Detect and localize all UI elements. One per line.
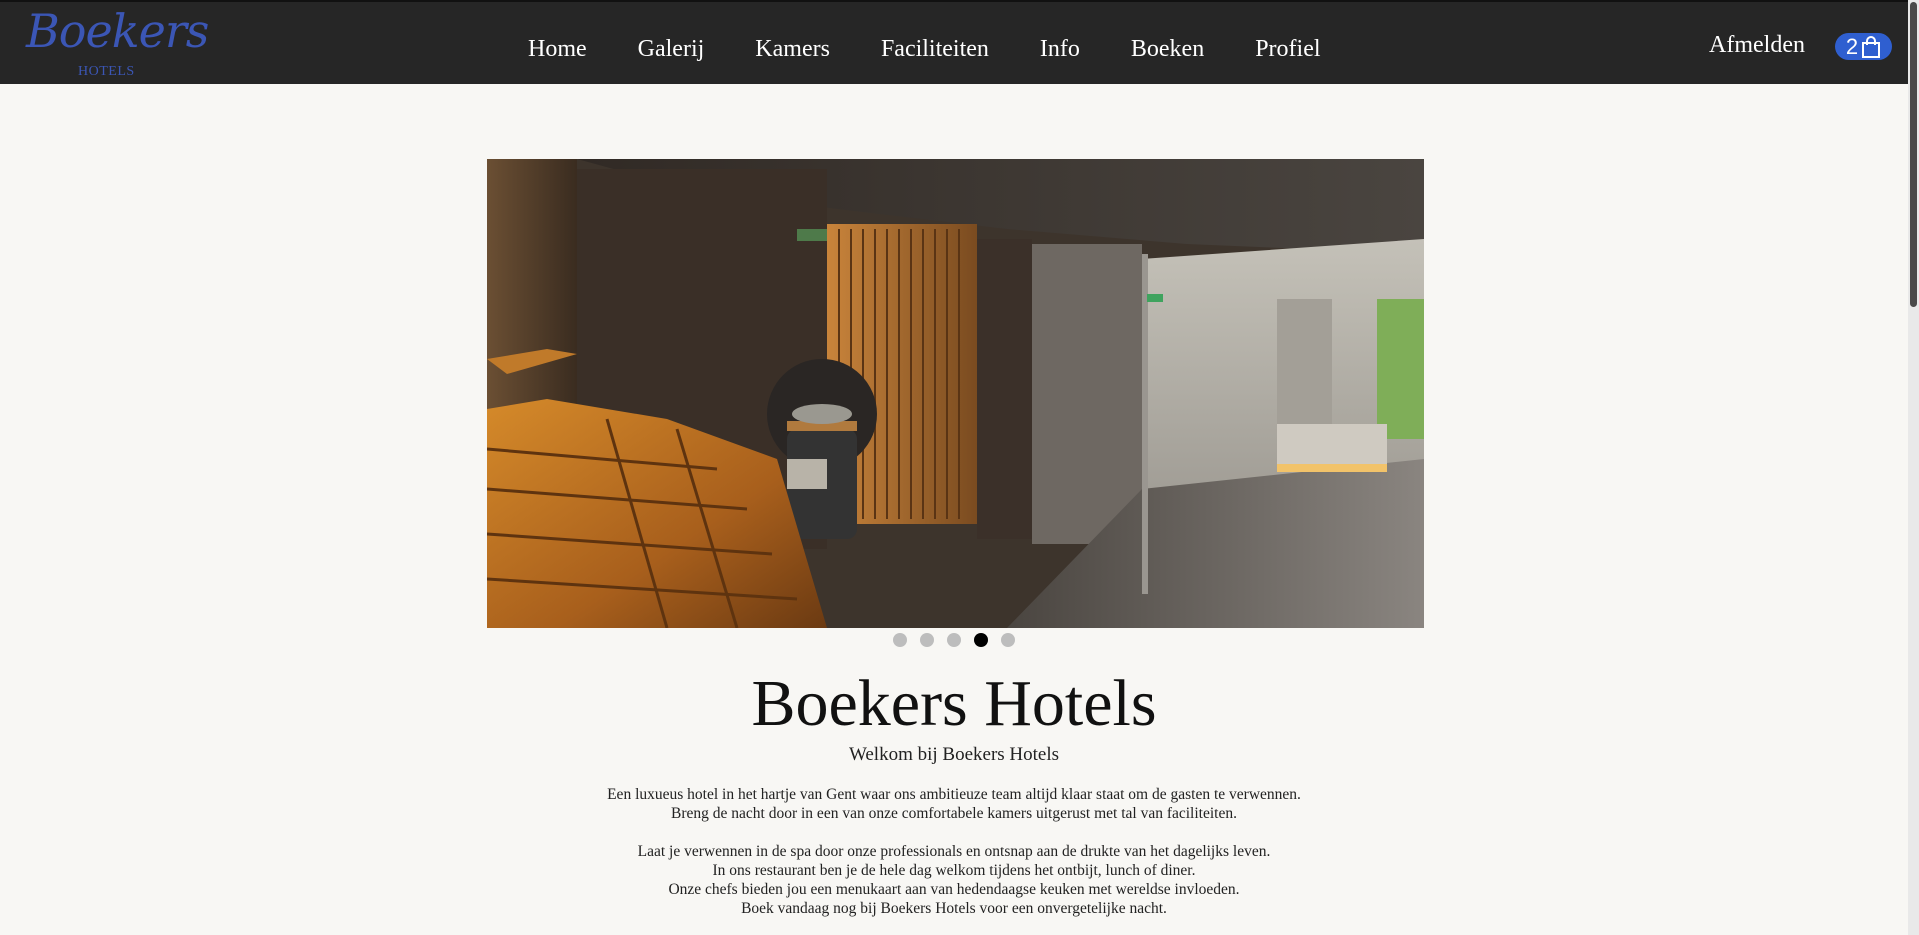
top-navbar: Boekers HOTELS Home Galerij Kamers Facil… [0, 0, 1908, 84]
cart-count: 2 [1845, 33, 1859, 59]
intro-paragraph-2: Laat je verwennen in de spa door onze pr… [0, 842, 1908, 918]
shopping-bag-icon [1862, 35, 1881, 58]
page-title: Boekers Hotels [751, 667, 1157, 740]
page-scrollbar[interactable] [1908, 0, 1919, 935]
carousel-dot-3[interactable] [947, 633, 961, 647]
carousel-dot-2[interactable] [920, 633, 934, 647]
carousel-image-sauna [487, 159, 1424, 628]
carousel-dot-1[interactable] [893, 633, 907, 647]
intro-line: Een luxueus hotel in het hartje van Gent… [607, 786, 1301, 803]
nav-galerij[interactable]: Galerij [638, 36, 705, 63]
carousel-dot-5[interactable] [1001, 633, 1015, 647]
cart-button[interactable]: 2 [1835, 33, 1892, 60]
main-nav: Home Galerij Kamers Faciliteiten Info Bo… [528, 36, 1372, 63]
carousel-indicators [893, 633, 1015, 647]
intro-line: Laat je verwennen in de spa door onze pr… [637, 843, 1271, 860]
intro-line: In ons restaurant ben je de hele dag wel… [712, 862, 1196, 879]
nav-boeken[interactable]: Boeken [1131, 36, 1204, 63]
carousel-dot-4[interactable] [974, 633, 988, 647]
sauna-photo [487, 159, 1424, 628]
intro-line: Onze chefs bieden jou een menukaart aan … [668, 881, 1240, 898]
intro-line: Breng de nacht door in een van onze comf… [671, 805, 1237, 822]
page-subtitle: Welkom bij Boekers Hotels [848, 744, 1060, 765]
nav-faciliteiten[interactable]: Faciliteiten [881, 36, 989, 63]
intro-line: Boek vandaag nog bij Boekers Hotels voor… [741, 900, 1167, 917]
logo-subtext: HOTELS [78, 64, 135, 79]
nav-profiel[interactable]: Profiel [1255, 36, 1320, 63]
intro-paragraph-1: Een luxueus hotel in het hartje van Gent… [0, 785, 1908, 823]
logo-text: Boekers [26, 4, 209, 58]
brand-logo[interactable]: Boekers HOTELS [26, 8, 209, 82]
logout-link[interactable]: Afmelden [1709, 32, 1805, 59]
nav-home[interactable]: Home [528, 36, 587, 63]
nav-info[interactable]: Info [1040, 36, 1080, 63]
scrollbar-thumb[interactable] [1910, 2, 1917, 307]
nav-kamers[interactable]: Kamers [755, 36, 830, 63]
